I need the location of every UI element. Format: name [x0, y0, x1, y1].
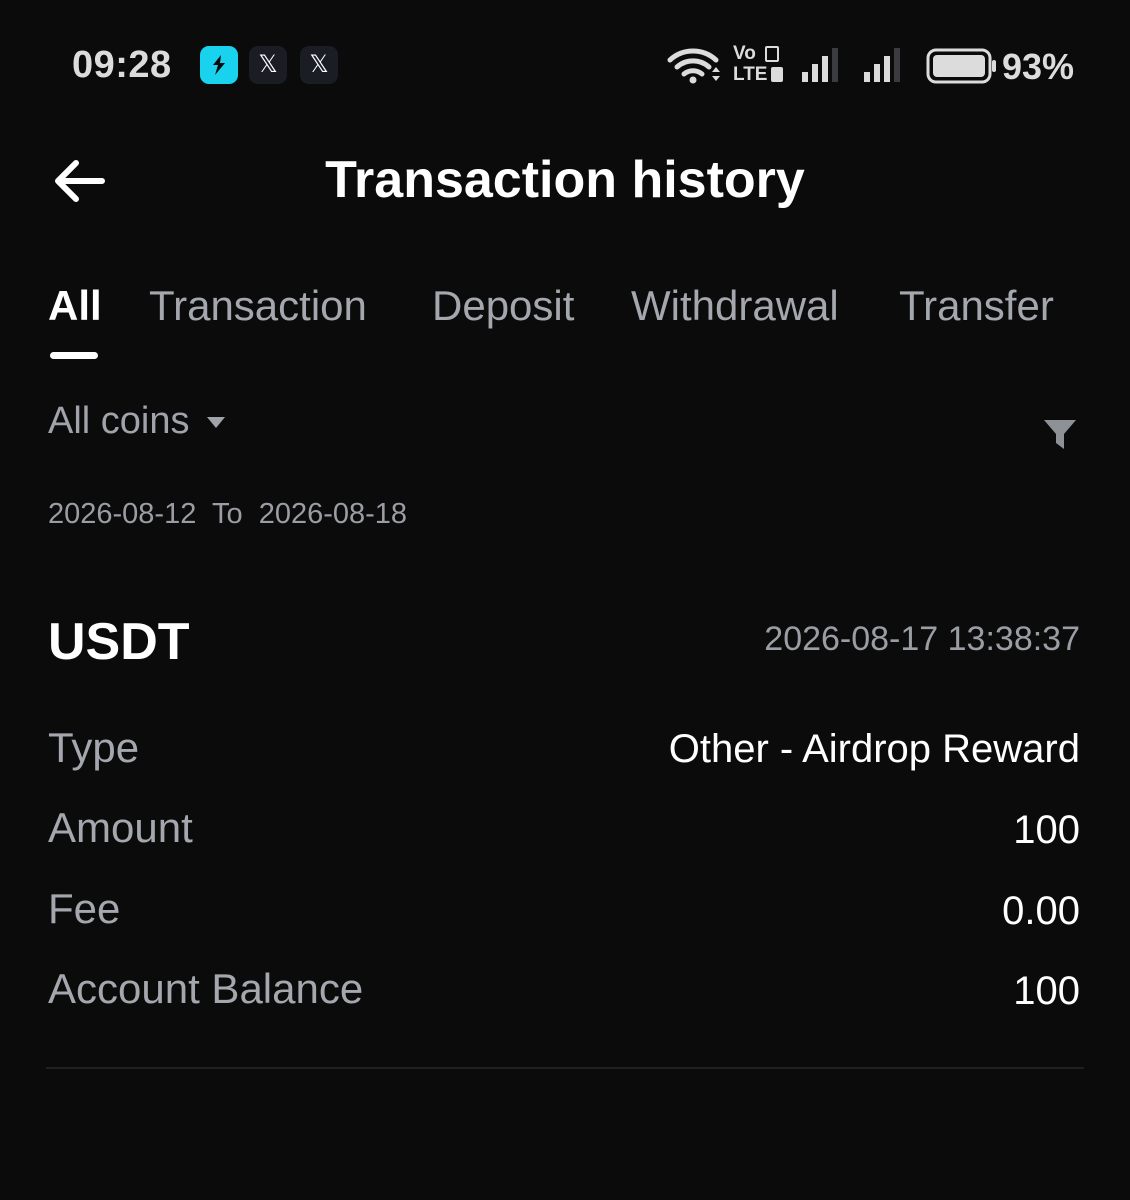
caret-down-icon — [206, 416, 225, 428]
date-to: 2026-08-18 — [258, 498, 408, 530]
active-tab-indicator — [50, 352, 98, 359]
back-arrow-icon[interactable] — [52, 158, 106, 204]
page-title: Transaction history — [325, 151, 805, 209]
type-label: Type — [48, 724, 140, 771]
fee-label: Fee — [48, 885, 121, 932]
tab-transfer[interactable]: Transfer — [899, 282, 1054, 330]
type-value: Other - Airdrop Reward — [668, 727, 1080, 771]
tab-all[interactable]: All — [48, 282, 102, 330]
fee-value: 0.00 — [1002, 889, 1080, 933]
tab-bar: All Transaction Deposit Withdrawal Trans… — [48, 282, 1082, 342]
amount-label: Amount — [48, 804, 193, 851]
signal-icon — [864, 48, 900, 82]
volte-icon: Vo LTE — [733, 44, 785, 86]
x-icon: 𝕏 — [249, 46, 287, 84]
account-balance-value: 100 — [1013, 969, 1080, 1013]
x-icon: 𝕏 — [300, 46, 338, 84]
tab-withdrawal[interactable]: Withdrawal — [631, 282, 839, 330]
account-balance-label: Account Balance — [48, 965, 364, 1012]
amount-value: 100 — [1013, 808, 1080, 852]
status-time: 09:28 — [72, 44, 172, 86]
date-from: 2026-08-12 — [48, 498, 197, 530]
funnel-icon[interactable] — [1042, 416, 1078, 452]
coin-selector-label: All coins — [48, 400, 190, 442]
tab-deposit[interactable]: Deposit — [432, 282, 574, 330]
exchange-app-icon — [200, 46, 238, 84]
signal-icon — [802, 48, 838, 82]
wifi-icon — [667, 48, 720, 84]
date-range[interactable]: 2026-08-12 To 2026-08-18 — [48, 498, 407, 531]
tab-transaction[interactable]: Transaction — [149, 282, 367, 330]
battery-percent: 93% — [1001, 46, 1074, 87]
transaction-divider — [46, 1067, 1084, 1069]
date-separator: To — [211, 498, 243, 530]
battery-icon — [926, 48, 996, 84]
coin-selector[interactable]: All coins — [48, 400, 226, 443]
transaction-coin: USDT — [48, 613, 190, 671]
transaction-timestamp: 2026-08-17 13:38:37 — [764, 620, 1080, 658]
